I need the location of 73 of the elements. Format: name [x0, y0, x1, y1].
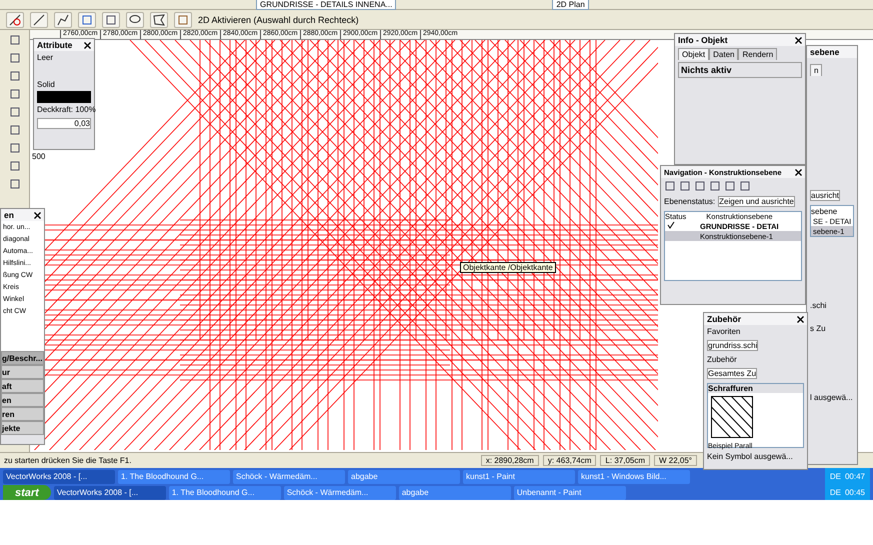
- clock: 00:47: [844, 472, 865, 481]
- taskbar-button[interactable]: 1. The Bloodhound G...: [168, 486, 281, 500]
- start-button[interactable]: start: [3, 485, 51, 500]
- palette-title: Attribute: [37, 40, 72, 50]
- status-label: Ebenenstatus:: [664, 197, 716, 206]
- taskbar-button[interactable]: kunst1 - Windows Bild...: [578, 470, 690, 484]
- section-label: Favoriten: [707, 327, 740, 336]
- clock: 00:45: [844, 488, 865, 497]
- palette-title: sebene: [810, 47, 840, 57]
- layer-dropdown[interactable]: GRUNDRISSE - DETAILS INNENA...: [256, 0, 396, 10]
- palette-title: en: [4, 210, 14, 220]
- library-dropdown[interactable]: Gesamtes Zu: [707, 368, 758, 379]
- section-label: Zubehör: [707, 355, 737, 364]
- polyline-icon: [57, 14, 69, 26]
- group-button[interactable]: ur: [1, 365, 44, 379]
- thickness-field[interactable]: 0,03: [37, 118, 91, 129]
- taskbar-button[interactable]: abgabe: [348, 470, 460, 484]
- taskbar-button[interactable]: abgabe: [398, 486, 511, 500]
- check-icon: [667, 221, 675, 229]
- taskbar-button[interactable]: Schöck - Wärmedäm...: [233, 470, 345, 484]
- taskbar-button[interactable]: Unbenannt - Paint: [514, 486, 626, 500]
- color-swatch[interactable]: [37, 91, 91, 103]
- lasso-select-button[interactable]: [126, 12, 144, 28]
- group-button[interactable]: g/Beschr...: [1, 351, 44, 365]
- close-icon[interactable]: [797, 316, 804, 322]
- status-dropdown[interactable]: Zeigen und ausrichte: [718, 196, 795, 207]
- status-field: Nichts aktiv: [678, 62, 802, 78]
- status-text: Kein Symbol ausgewä...: [707, 452, 793, 461]
- favorites-dropdown[interactable]: .schi: [810, 301, 826, 310]
- coordinate-field: W 22,05°: [654, 455, 697, 466]
- polygon-select-button[interactable]: [150, 12, 168, 28]
- coordinate-field: y: 463,74cm: [542, 455, 596, 466]
- library-dropdown[interactable]: s Zu: [810, 324, 826, 333]
- polygon-icon: [153, 14, 165, 26]
- close-icon[interactable]: [84, 42, 91, 48]
- group-button[interactable]: jekte: [1, 421, 44, 435]
- status-dropdown[interactable]: ausricht: [810, 190, 840, 201]
- column-header: sebene: [811, 207, 838, 216]
- fill-dropdown[interactable]: Leer: [37, 53, 54, 62]
- opacity-label: Deckkraft: 100%: [37, 105, 96, 114]
- hatch-preview-icon[interactable]: [711, 396, 753, 438]
- pen-dropdown[interactable]: Solid: [37, 80, 55, 89]
- line-mode-button[interactable]: [30, 12, 48, 28]
- palette-title: Zubehör: [707, 314, 741, 324]
- tab[interactable]: Objekt: [678, 48, 710, 60]
- taskbar-button[interactable]: Schöck - Wärmedäm...: [284, 486, 396, 500]
- section-header[interactable]: Schraffuren: [708, 384, 803, 393]
- help-text: zu starten drücken Sie die Taste F1.: [4, 456, 132, 465]
- mode-hint: 2D Aktivieren (Auswahl durch Rechteck): [198, 14, 359, 24]
- taskbar-button[interactable]: VectorWorks 2008 - [...: [54, 486, 166, 500]
- status-text: l ausgewä...: [810, 393, 853, 402]
- tab[interactable]: n: [810, 64, 822, 76]
- ruler-label: 500: [32, 152, 46, 161]
- coordinate-field: L: 37,05cm: [600, 455, 650, 466]
- group-button[interactable]: en: [1, 393, 44, 407]
- no-line-icon: [9, 14, 21, 26]
- close-icon[interactable]: [34, 212, 41, 218]
- group-button[interactable]: aft: [1, 379, 44, 393]
- tab[interactable]: Rendern: [738, 48, 778, 60]
- favorites-dropdown[interactable]: grundriss.schi: [707, 340, 758, 351]
- polyline-mode-button[interactable]: [54, 12, 72, 28]
- line-tool-button[interactable]: [6, 12, 24, 28]
- snap-tooltip: Objektkante /Objektkante: [460, 262, 556, 273]
- taskbar-button[interactable]: 1. The Bloodhound G...: [118, 470, 230, 484]
- group-button[interactable]: ren: [1, 407, 44, 421]
- taskbar-button[interactable]: kunst1 - Paint: [463, 470, 575, 484]
- coordinate-field: x: 2890,28cm: [480, 455, 539, 466]
- view-dropdown[interactable]: 2D Plan: [552, 0, 589, 10]
- tab[interactable]: Daten: [709, 48, 738, 60]
- close-icon[interactable]: [795, 36, 802, 44]
- taskbar-button[interactable]: VectorWorks 2008 - [...: [3, 470, 115, 484]
- lasso-icon: [129, 14, 141, 26]
- close-icon[interactable]: [795, 168, 802, 176]
